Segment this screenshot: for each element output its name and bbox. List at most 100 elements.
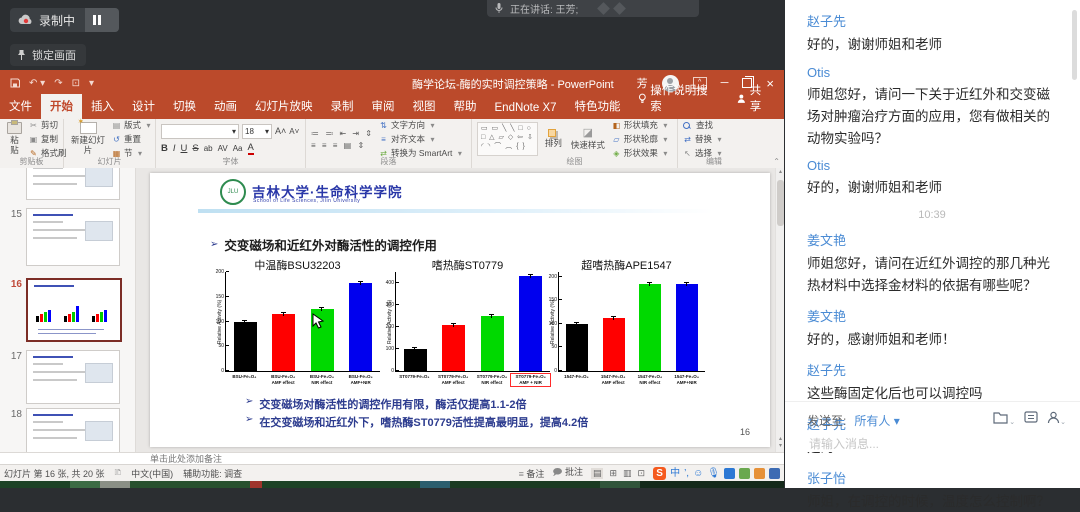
- tab-帮助[interactable]: 帮助: [445, 94, 486, 119]
- trophy-icon[interactable]: [754, 468, 765, 479]
- spellcheck-icon[interactable]: 🗈: [115, 465, 122, 481]
- italic-button[interactable]: I: [173, 143, 176, 154]
- strikethrough-button[interactable]: S: [192, 143, 198, 154]
- emoji-icon[interactable]: ☺: [693, 467, 703, 480]
- list-buttons[interactable]: ≔ ≕ ⇤ ⇥ ⇕: [311, 129, 374, 138]
- chat-message-text: 师姐您好，请问一下关于近红外和交变磁场对肿瘤治疗方面的应用，您有做相关的动物实验…: [807, 84, 1057, 150]
- shape-fill-button[interactable]: ◧形状填充▾: [612, 119, 670, 131]
- comments-toggle[interactable]: 🗩 批注: [552, 465, 583, 481]
- align-buttons[interactable]: ≡ ≡ ≡ ▤ ⇕: [311, 141, 374, 150]
- reading-view-button[interactable]: ▥: [623, 468, 632, 479]
- tab-特色功能[interactable]: 特色功能: [566, 94, 630, 119]
- ribbon: 粘贴 ✂剪切 ▣复制 ✎格式刷 剪贴板 新建幻灯片 ▤版式▾ ↺重置 ▦节▾ 幻…: [0, 119, 784, 169]
- slide-thumbnail-15[interactable]: 15: [0, 208, 135, 266]
- thumbnail-preview[interactable]: [26, 350, 120, 404]
- shrink-font-icon[interactable]: A˅: [289, 127, 299, 136]
- quick-access-toolbar: ↶ ▾ ↷ ⊡ ▾: [10, 78, 94, 89]
- previous-slide-button[interactable]: ▴: [776, 436, 784, 443]
- font-color-button[interactable]: A: [248, 142, 254, 155]
- text-direction-button[interactable]: ⇅文字方向▾: [379, 119, 464, 131]
- ribbon-group-drawing: ▭ ▭ ╲ ╲ □ ○ □ △ ▱ ◇ ⇦ ⇩ ◜ ◝ ⌒ ︵ { } 排列 ◪…: [472, 119, 678, 168]
- sogou-logo-icon[interactable]: S: [653, 467, 666, 480]
- thumbnail-preview[interactable]: [26, 278, 122, 342]
- y-tick-label: 200: [216, 269, 224, 275]
- keyboard-icon[interactable]: [724, 468, 735, 479]
- reset-button[interactable]: ↺重置: [112, 133, 153, 145]
- font-name-combo[interactable]: ▾: [161, 124, 239, 139]
- tab-幻灯片放映[interactable]: 幻灯片放映: [246, 94, 322, 119]
- tab-EndNote X7[interactable]: EndNote X7: [486, 98, 566, 119]
- quick-styles-button[interactable]: ◪ 快速样式: [569, 122, 607, 156]
- save-icon[interactable]: [10, 78, 20, 88]
- slide-thumbnail-17[interactable]: 17: [0, 350, 135, 404]
- notes-pane[interactable]: 单击此处添加备注: [0, 452, 784, 464]
- slide-thumbnail-18[interactable]: 18: [0, 408, 135, 452]
- shape-outline-button[interactable]: ▱形状轮廓▾: [612, 133, 670, 145]
- char-spacing-button[interactable]: AV: [218, 144, 228, 153]
- chat-timestamp: 10:39: [807, 209, 1057, 221]
- tab-审阅[interactable]: 审阅: [363, 94, 404, 119]
- next-slide-button[interactable]: ▾: [776, 443, 784, 450]
- pause-recording-button[interactable]: [93, 15, 101, 25]
- ime-mode-indicator[interactable]: 中: [670, 467, 680, 480]
- tab-动画[interactable]: 动画: [205, 94, 246, 119]
- replace-button[interactable]: ⇄替换▾: [683, 133, 724, 145]
- tab-插入[interactable]: 插入: [82, 94, 123, 119]
- slide-sorter-view-button[interactable]: ⊞: [609, 468, 617, 479]
- punctuation-icon[interactable]: ’,: [684, 467, 689, 480]
- tab-视图[interactable]: 视图: [404, 94, 445, 119]
- text-shadow-button[interactable]: ab: [204, 144, 213, 153]
- accessibility-status[interactable]: 辅助功能: 调查: [183, 467, 242, 480]
- find-button[interactable]: 查找: [683, 119, 724, 131]
- chat-scrollbar[interactable]: [1072, 10, 1077, 80]
- normal-view-button[interactable]: ▤: [591, 468, 604, 479]
- tab-设计[interactable]: 设计: [123, 94, 164, 119]
- voice-input-icon[interactable]: 🎙: [707, 467, 720, 480]
- tell-me-search[interactable]: 操作说明搜索: [630, 78, 726, 119]
- thumbnail-preview[interactable]: [26, 208, 120, 266]
- slideshow-view-button[interactable]: ⊡: [638, 468, 646, 479]
- paste-button[interactable]: 粘贴: [5, 122, 24, 156]
- file-transfer-icon[interactable]: ⌄: [993, 411, 1015, 429]
- thumbnail-preview[interactable]: [26, 408, 120, 452]
- chat-message-input[interactable]: [807, 436, 1061, 452]
- undo-icon[interactable]: ↶ ▾: [29, 78, 45, 89]
- new-slide-button[interactable]: 新建幻灯片: [69, 122, 107, 156]
- tab-开始[interactable]: 开始: [41, 94, 82, 119]
- lock-screen-button[interactable]: 锁定画面: [10, 44, 86, 66]
- slide-thumbnail-16[interactable]: 16: [0, 278, 135, 342]
- customize-qat-icon[interactable]: ▾: [89, 78, 94, 89]
- chat-message-text: 师姐，在调控的时候，温度怎么控制啊？: [807, 491, 1057, 512]
- toolbox-icon[interactable]: [739, 468, 750, 479]
- bold-button[interactable]: B: [161, 143, 168, 154]
- slide-thumbnail-partial[interactable]: [0, 168, 135, 200]
- tab-切换[interactable]: 切换: [164, 94, 205, 119]
- attendee-icon[interactable]: ⌄: [1047, 411, 1066, 429]
- start-slideshow-icon[interactable]: ⊡: [72, 78, 80, 89]
- font-size-combo[interactable]: 18▾: [242, 124, 272, 139]
- align-text-button[interactable]: ≡对齐文本▾: [379, 133, 464, 145]
- thumbnail-preview[interactable]: [26, 168, 120, 200]
- tab-录制[interactable]: 录制: [322, 94, 363, 119]
- collapse-ribbon-icon[interactable]: ⌃: [773, 157, 780, 166]
- tab-文件[interactable]: 文件: [0, 94, 41, 119]
- underline-button[interactable]: U: [181, 143, 188, 154]
- notes-toggle[interactable]: ≡ 备注: [519, 467, 545, 480]
- cut-button[interactable]: ✂剪切: [29, 119, 67, 131]
- skin-icon[interactable]: [769, 468, 780, 479]
- grow-font-icon[interactable]: A˄: [275, 126, 286, 136]
- redo-icon[interactable]: ↷: [54, 78, 62, 89]
- announcement-icon[interactable]: [1024, 411, 1038, 429]
- change-case-button[interactable]: Aa: [233, 144, 243, 153]
- arrange-button[interactable]: 排列: [543, 122, 564, 156]
- copy-button[interactable]: ▣复制: [29, 133, 67, 145]
- send-to-dropdown[interactable]: 所有人 ▾: [854, 412, 899, 429]
- language-indicator[interactable]: 中文(中国): [131, 467, 173, 480]
- shapes-gallery[interactable]: ▭ ▭ ╲ ╲ □ ○ □ △ ▱ ◇ ⇦ ⇩ ◜ ◝ ⌒ ︵ { }: [477, 122, 538, 156]
- share-button[interactable]: 共享: [725, 78, 784, 119]
- scrollbar-thumb[interactable]: [777, 180, 784, 226]
- editor-scrollbar[interactable]: ▴ ▴▾: [775, 168, 784, 452]
- layout-button[interactable]: ▤版式▾: [112, 119, 153, 131]
- bar-1: [272, 314, 295, 371]
- slide-canvas[interactable]: JLU 吉林大学·生命科学学院 School of Life Sciences,…: [150, 173, 770, 447]
